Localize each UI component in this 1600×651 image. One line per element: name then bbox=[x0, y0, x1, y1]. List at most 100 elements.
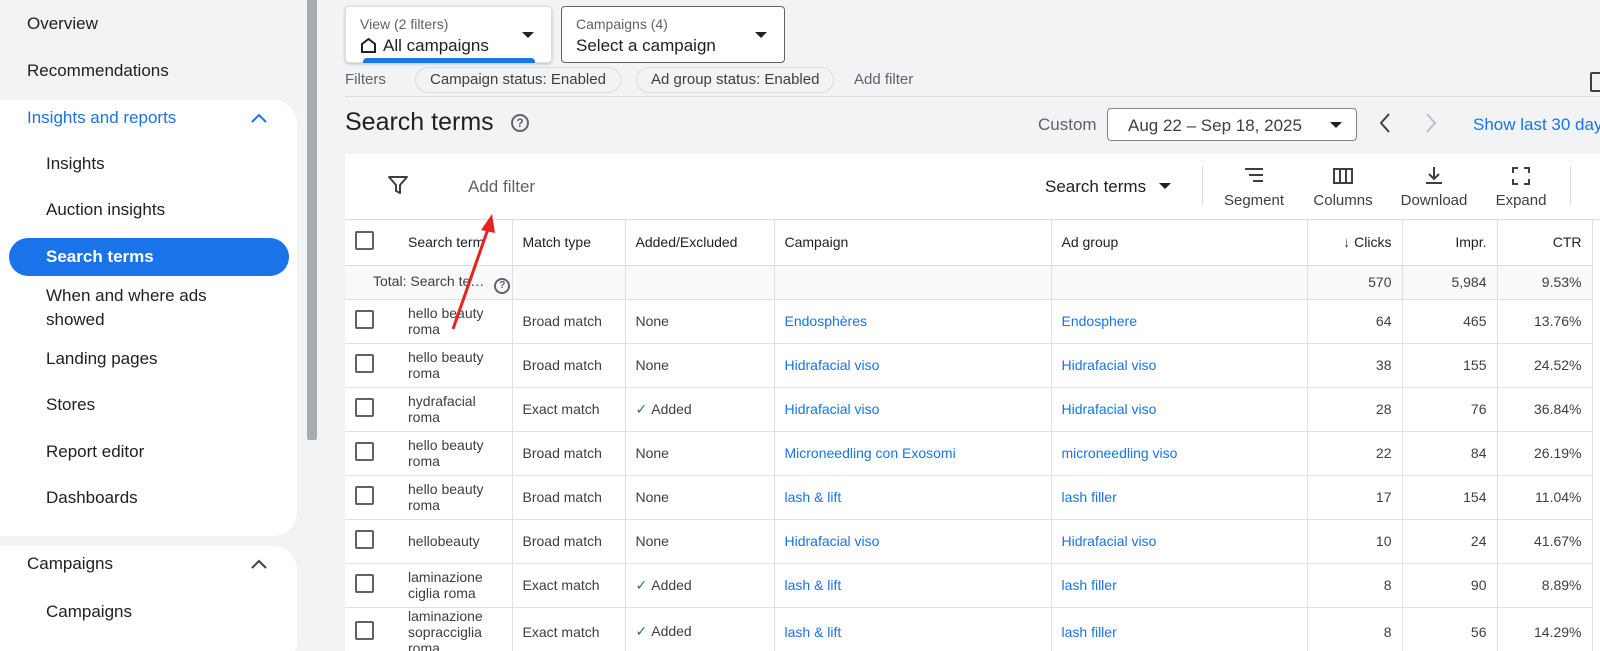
filter-chip-ad-group-status[interactable]: Ad group status: Enabled bbox=[636, 67, 835, 93]
campaign-link[interactable]: Hidrafacial viso bbox=[785, 533, 880, 549]
total-cell-empty bbox=[512, 265, 626, 300]
view-selector-text: All campaigns bbox=[383, 36, 489, 55]
row-checkbox[interactable] bbox=[355, 398, 374, 417]
show-last-30-days-link[interactable]: Show last 30 days bbox=[1473, 115, 1600, 135]
filter-chip-campaign-status[interactable]: Campaign status: Enabled bbox=[415, 67, 621, 93]
search-term-cell: hydrafacial roma bbox=[400, 387, 513, 432]
column-header-impressions[interactable]: Impr. bbox=[1402, 220, 1498, 266]
search-term-value: hello beauty roma bbox=[408, 349, 484, 381]
campaign-link[interactable]: lash & lift bbox=[785, 624, 842, 640]
nav-insights-and-reports[interactable]: Insights and reports bbox=[27, 108, 176, 128]
date-range-picker[interactable]: Aug 22 – Sep 18, 2025 bbox=[1107, 108, 1357, 141]
campaign-link[interactable]: lash & lift bbox=[785, 489, 842, 505]
nav-when-and-where-ads-showed[interactable]: When and where ads showed bbox=[46, 284, 246, 332]
total-clicks: 570 bbox=[1307, 265, 1403, 300]
columns-button[interactable]: Columns bbox=[1303, 166, 1383, 209]
help-icon[interactable]: ? bbox=[511, 114, 529, 132]
row-checkbox[interactable] bbox=[355, 354, 374, 373]
row-checkbox[interactable] bbox=[355, 442, 374, 461]
row-checkbox[interactable] bbox=[355, 530, 374, 549]
ad-group-link[interactable]: Hidrafacial viso bbox=[1062, 357, 1157, 373]
column-header-ad-group[interactable]: Ad group bbox=[1051, 220, 1308, 266]
ad-group-link[interactable]: lash filler bbox=[1062, 489, 1117, 505]
chevron-up-icon[interactable] bbox=[251, 559, 267, 569]
campaign-link[interactable]: lash & lift bbox=[785, 577, 842, 593]
nav-recommendations[interactable]: Recommendations bbox=[27, 61, 169, 81]
impressions-cell: 154 bbox=[1402, 475, 1498, 520]
nav-landing-pages[interactable]: Landing pages bbox=[46, 347, 158, 371]
campaign-selector-value: Select a campaign bbox=[576, 36, 716, 55]
next-period-icon[interactable] bbox=[1424, 112, 1438, 134]
row-checkbox[interactable] bbox=[355, 310, 374, 329]
ad-group-link[interactable]: Hidrafacial viso bbox=[1062, 533, 1157, 549]
nav-campaigns[interactable]: Campaigns bbox=[46, 600, 132, 624]
download-button[interactable]: Download bbox=[1394, 166, 1474, 209]
toolbar-separator bbox=[1202, 166, 1203, 206]
ad-group-link[interactable]: Hidrafacial viso bbox=[1062, 401, 1157, 417]
impressions-cell: 76 bbox=[1402, 387, 1498, 432]
row-select-cell bbox=[345, 519, 400, 564]
campaign-selector[interactable]: Campaigns (4) Select a campaign bbox=[561, 6, 785, 63]
ad-group-link[interactable]: lash filler bbox=[1062, 577, 1117, 593]
campaign-link[interactable]: Hidrafacial viso bbox=[785, 357, 880, 373]
added-excluded-cell: None bbox=[625, 475, 775, 520]
view-selector[interactable]: View (2 filters) All campaigns bbox=[345, 6, 552, 63]
nav-dashboards[interactable]: Dashboards bbox=[46, 486, 138, 510]
column-header-ctr[interactable]: CTR bbox=[1497, 220, 1593, 266]
row-select-cell bbox=[345, 431, 400, 476]
filter-icon[interactable] bbox=[387, 174, 409, 196]
row-checkbox[interactable] bbox=[355, 486, 374, 505]
campaign-link[interactable]: Hidrafacial viso bbox=[785, 401, 880, 417]
campaign-link[interactable]: Microneedling con Exosomi bbox=[785, 445, 956, 461]
added-excluded-value: Added bbox=[651, 576, 692, 593]
column-header-added-excluded[interactable]: Added/Excluded bbox=[625, 220, 775, 266]
calendar-icon[interactable] bbox=[1590, 72, 1600, 92]
sidebar-scrollbar[interactable] bbox=[307, 0, 317, 440]
column-header-clicks[interactable]: ↓ Clicks bbox=[1307, 220, 1403, 266]
segment-button[interactable]: Segment bbox=[1214, 166, 1294, 209]
added-excluded-value: Added bbox=[651, 400, 692, 417]
expand-button[interactable]: Expand bbox=[1481, 166, 1561, 209]
ad-group-cell: Hidrafacial viso bbox=[1051, 343, 1308, 388]
nav-auction-insights[interactable]: Auction insights bbox=[46, 198, 165, 222]
previous-period-icon[interactable] bbox=[1378, 112, 1392, 134]
column-header-campaign[interactable]: Campaign bbox=[774, 220, 1052, 266]
table-row: hello beauty roma Broad match None Endosphè… bbox=[345, 299, 1593, 344]
ctr-cell: 14.29% bbox=[1497, 607, 1593, 651]
nav-stores[interactable]: Stores bbox=[46, 393, 95, 417]
expand-icon bbox=[1512, 167, 1530, 185]
table-row: hello beauty roma Broad match None lash & l… bbox=[345, 475, 1593, 520]
search-terms-view-label: Search terms bbox=[1045, 177, 1147, 196]
impressions-cell: 465 bbox=[1402, 299, 1498, 344]
campaign-cell: lash & lift bbox=[774, 607, 1052, 651]
campaign-link[interactable]: Endosphères bbox=[785, 313, 868, 329]
nav-search-terms[interactable]: Search terms bbox=[9, 238, 289, 276]
nav-overview[interactable]: Overview bbox=[27, 14, 98, 34]
ad-group-link[interactable]: Endosphere bbox=[1062, 313, 1138, 329]
added-excluded-cell: ✓ Added bbox=[625, 607, 775, 651]
total-row: Total: Search te…? 570 5,984 9.53% bbox=[345, 265, 1593, 300]
ad-group-link[interactable]: microneedling viso bbox=[1062, 445, 1178, 461]
impressions-cell: 56 bbox=[1402, 607, 1498, 651]
help-icon[interactable]: ? bbox=[494, 277, 511, 294]
row-checkbox[interactable] bbox=[355, 620, 374, 640]
select-all-checkbox[interactable] bbox=[355, 231, 374, 251]
nav-report-editor[interactable]: Report editor bbox=[46, 440, 144, 464]
column-header-search-term[interactable]: Search term bbox=[400, 220, 513, 266]
add-filter-link[interactable]: Add filter bbox=[854, 71, 913, 88]
impressions-cell: 155 bbox=[1402, 343, 1498, 388]
campaign-cell: Hidrafacial viso bbox=[774, 387, 1052, 432]
nav-campaigns-section[interactable]: Campaigns bbox=[27, 554, 113, 574]
add-filter-button[interactable]: Add filter bbox=[468, 177, 535, 197]
search-terms-view-dropdown[interactable]: Search terms bbox=[1045, 177, 1171, 197]
ad-group-link[interactable]: lash filler bbox=[1062, 624, 1117, 640]
table-row: hydrafacial roma Exact match ✓ Added Hidrafa… bbox=[345, 387, 1593, 432]
ctr-cell: 24.52% bbox=[1497, 343, 1593, 388]
match-type-cell: Broad match bbox=[512, 343, 626, 388]
chevron-up-icon[interactable] bbox=[251, 113, 267, 123]
dropdown-arrow-icon bbox=[755, 32, 767, 38]
clicks-cell: 64 bbox=[1307, 299, 1403, 344]
row-checkbox[interactable] bbox=[355, 574, 374, 593]
nav-insights[interactable]: Insights bbox=[46, 152, 105, 176]
column-header-match-type[interactable]: Match type bbox=[512, 220, 626, 266]
